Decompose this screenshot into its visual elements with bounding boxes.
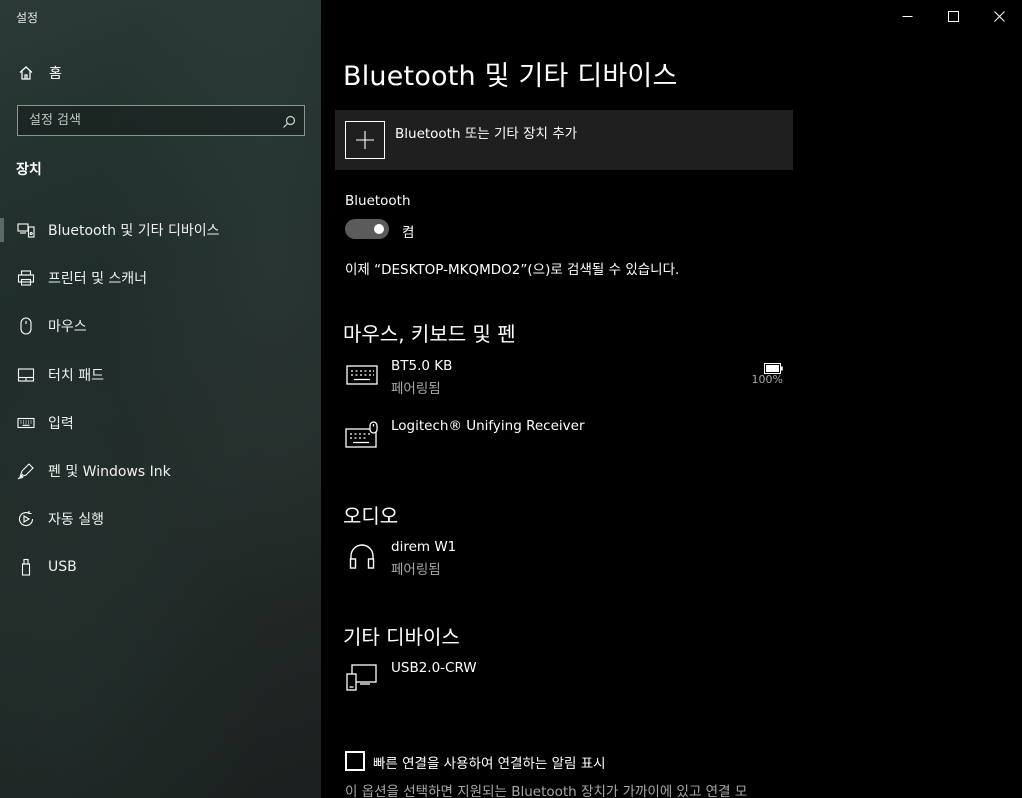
sidebar: 설정 홈 장치 Bluetooth 및 기타 디바이스 [0, 0, 321, 798]
usb-icon [17, 558, 35, 576]
pen-icon [17, 462, 35, 480]
sidebar-item-pen[interactable]: 펜 및 Windows Ink [0, 447, 321, 495]
sidebar-item-autoplay[interactable]: 자동 실행 [0, 495, 321, 543]
swift-pair-option[interactable]: 빠른 연결을 사용하여 연결하는 알림 표시 [345, 751, 985, 773]
close-button[interactable] [976, 0, 1022, 32]
plus-icon [345, 121, 385, 159]
sidebar-item-usb[interactable]: USB [0, 543, 321, 591]
close-icon [993, 7, 1005, 26]
app-title: 설정 [16, 11, 39, 25]
page-title: Bluetooth 및 기타 디바이스 [343, 61, 678, 92]
battery-percent: 100% [751, 373, 783, 386]
sidebar-item-label: 터치 패드 [48, 367, 104, 384]
device-item-direm[interactable]: direm W1 페어링됨 [345, 539, 785, 579]
search-icon[interactable] [282, 114, 296, 128]
window-controls [884, 0, 1022, 32]
sidebar-item-mouse[interactable]: 마우스 [0, 302, 321, 350]
bluetooth-label: Bluetooth [345, 193, 411, 209]
touchpad-icon [17, 366, 35, 384]
device-item-bt-kb[interactable]: BT5.0 KB 페어링됨 100% [345, 358, 785, 398]
bluetooth-state: 켬 [402, 225, 415, 241]
sidebar-item-label: 입력 [48, 415, 74, 432]
add-device-button[interactable]: Bluetooth 또는 기타 장치 추가 [335, 110, 793, 170]
swift-pair-checkbox[interactable] [345, 751, 365, 771]
keyboard-icon [345, 358, 379, 392]
minimize-button[interactable] [884, 0, 930, 32]
autoplay-icon [17, 510, 35, 528]
home-icon [18, 65, 34, 81]
device-name: direm W1 [391, 539, 457, 555]
sidebar-item-label: USB [48, 559, 77, 576]
device-status: 페어링됨 [391, 381, 441, 397]
sidebar-item-home[interactable]: 홈 [0, 58, 321, 88]
sidebar-item-touchpad[interactable]: 터치 패드 [0, 351, 321, 399]
home-label: 홈 [49, 66, 62, 82]
sidebar-item-bluetooth[interactable]: Bluetooth 및 기타 디바이스 [0, 206, 321, 254]
main-content: Bluetooth 및 기타 디바이스 Bluetooth 또는 기타 장치 추… [321, 0, 1022, 798]
section-title: 장치 [16, 162, 42, 178]
keyboard-icon [17, 414, 35, 432]
group-title-audio: 오디오 [343, 504, 399, 528]
keyboard-mouse-icon [345, 418, 379, 452]
other-device-icon [345, 660, 379, 694]
device-name: BT5.0 KB [391, 358, 453, 374]
sidebar-item-input[interactable]: 입력 [0, 399, 321, 447]
sidebar-item-label: 펜 및 Windows Ink [48, 464, 171, 481]
search-input[interactable] [18, 106, 304, 135]
device-name: USB2.0-CRW [391, 660, 477, 676]
add-device-label: Bluetooth 또는 기타 장치 추가 [395, 126, 578, 142]
printer-icon [17, 269, 35, 287]
device-item-usb-crw[interactable]: USB2.0-CRW [345, 660, 785, 700]
sidebar-item-label: 마우스 [48, 319, 87, 336]
device-item-logitech[interactable]: Logitech® Unifying Receiver [345, 418, 785, 458]
minimize-icon [902, 7, 913, 26]
search-box[interactable] [17, 105, 305, 136]
swift-pair-description: 이 옵션을 선택하면 지원되는 Bluetooth 장치가 가까이에 있고 연결… [345, 784, 748, 798]
maximize-button[interactable] [930, 0, 976, 32]
group-title-other: 기타 디바이스 [343, 625, 460, 649]
group-title-input: 마우스, 키보드 및 펜 [343, 322, 516, 346]
bluetooth-toggle[interactable] [345, 219, 389, 239]
headphones-icon [345, 539, 379, 573]
sidebar-nav: Bluetooth 및 기타 디바이스 프린터 및 스캐너 마우스 터치 패드 … [0, 206, 321, 592]
sidebar-item-label: 자동 실행 [48, 512, 104, 529]
devices-icon [17, 221, 35, 239]
discoverable-text: 이제 “DESKTOP-MKQMDO2”(으)로 검색될 수 있습니다. [345, 262, 680, 278]
sidebar-item-label: 프린터 및 스캐너 [48, 271, 148, 288]
sidebar-item-label: Bluetooth 및 기타 디바이스 [48, 223, 220, 240]
swift-pair-label: 빠른 연결을 사용하여 연결하는 알림 표시 [373, 756, 606, 772]
sidebar-item-printers[interactable]: 프린터 및 스캐너 [0, 254, 321, 302]
mouse-icon [17, 317, 35, 336]
toggle-knob [374, 224, 384, 234]
device-name: Logitech® Unifying Receiver [391, 418, 585, 434]
maximize-icon [947, 7, 959, 26]
device-status: 페어링됨 [391, 562, 441, 578]
